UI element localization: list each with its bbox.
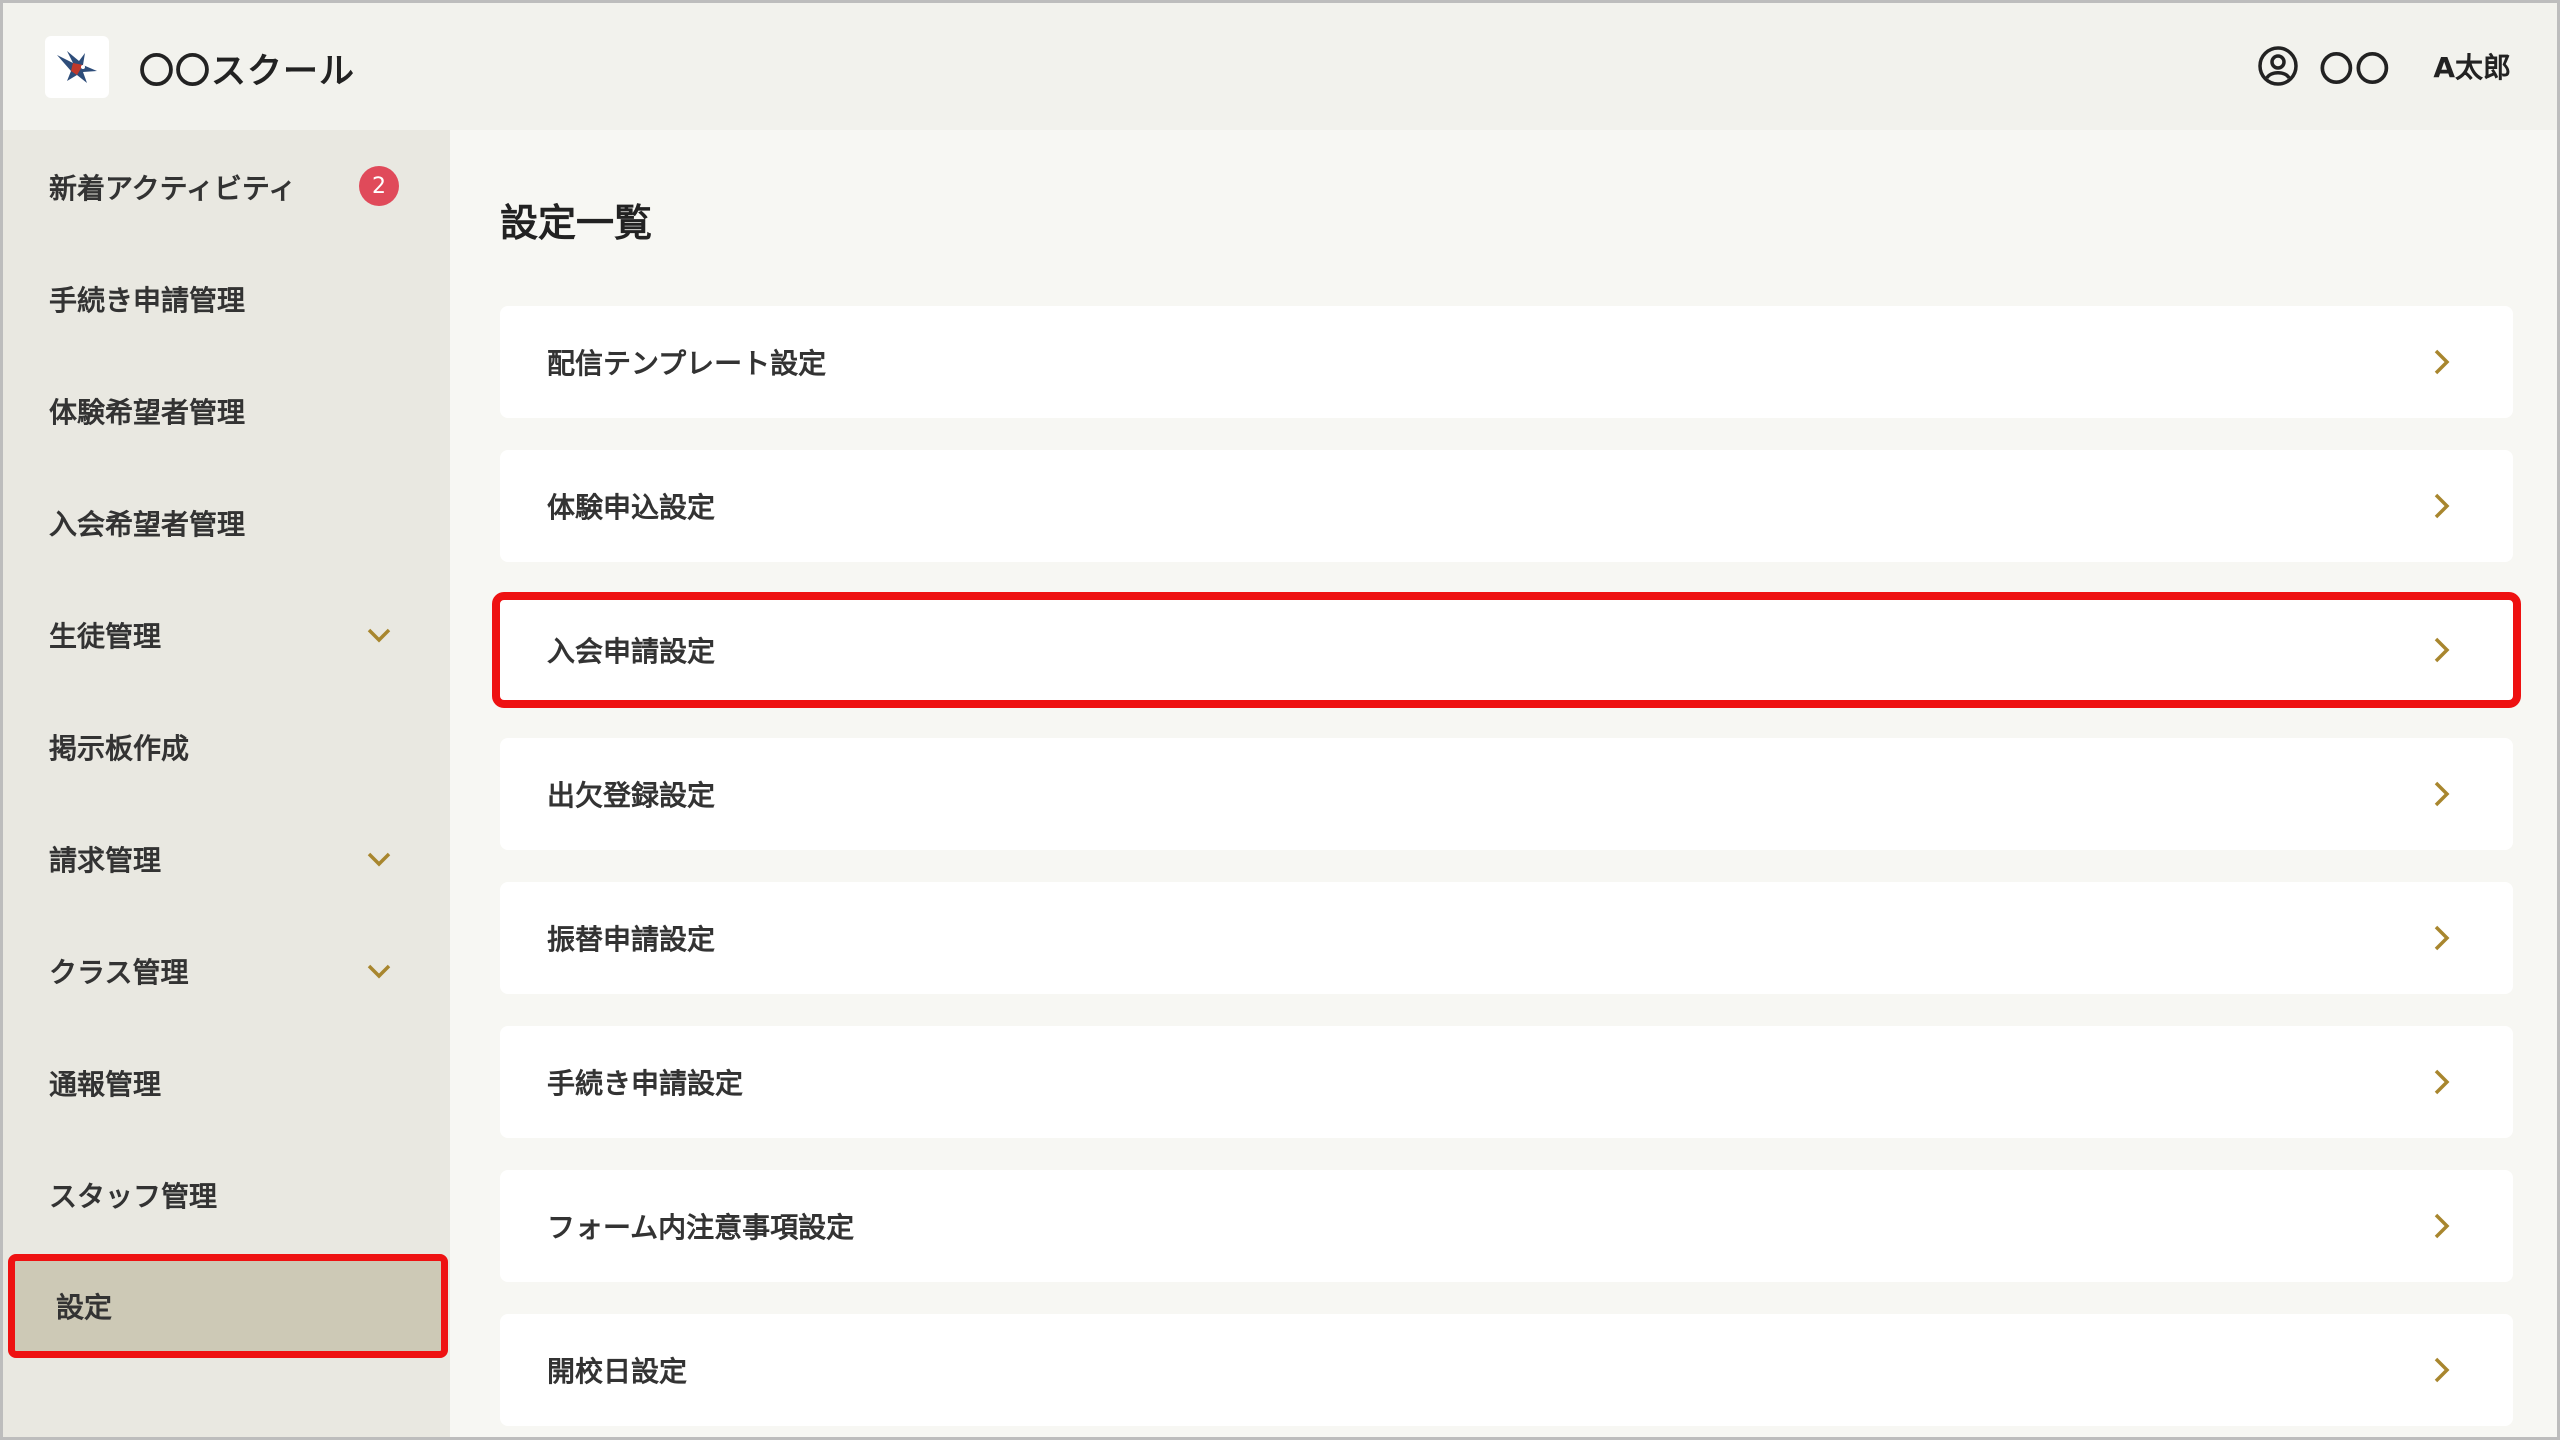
user-menu[interactable]: 〇〇 A太郎 bbox=[2257, 41, 2511, 91]
notification-badge: 2 bbox=[359, 166, 399, 206]
sidebar-item-label: 生徒管理 bbox=[49, 620, 162, 653]
chevron-right-icon bbox=[2434, 349, 2450, 375]
settings-row-trial-application[interactable]: 体験申込設定 bbox=[500, 450, 2513, 562]
sidebar-item-enrollment-applicants[interactable]: 入会希望者管理 bbox=[3, 468, 450, 578]
bird-logo-icon[interactable] bbox=[45, 36, 109, 98]
sidebar-item-label: 通報管理 bbox=[49, 1068, 162, 1101]
chevron-right-icon bbox=[2434, 1069, 2450, 1095]
sidebar-item-classes[interactable]: クラス管理 bbox=[3, 916, 450, 1026]
settings-row-label: 振替申請設定 bbox=[547, 923, 716, 956]
sidebar-item-label: 体験希望者管理 bbox=[49, 396, 246, 429]
settings-row-delivery-template[interactable]: 配信テンプレート設定 bbox=[500, 306, 2513, 418]
settings-row-form-notes[interactable]: フォーム内注意事項設定 bbox=[500, 1170, 2513, 1282]
page-title: 設定一覧 bbox=[500, 201, 653, 245]
user-name: A太郎 bbox=[2433, 51, 2511, 84]
settings-row-label: 体験申込設定 bbox=[547, 491, 716, 524]
sidebar-item-label: 入会希望者管理 bbox=[49, 508, 246, 541]
settings-row-label: 開校日設定 bbox=[547, 1355, 688, 1388]
chevron-down-icon bbox=[367, 852, 391, 867]
sidebar-item-trial-applicants[interactable]: 体験希望者管理 bbox=[3, 356, 450, 466]
chevron-down-icon bbox=[367, 964, 391, 979]
chevron-right-icon bbox=[2434, 1357, 2450, 1383]
settings-row-makeup-request[interactable]: 振替申請設定 bbox=[500, 882, 2513, 994]
settings-row-procedure-request[interactable]: 手続き申請設定 bbox=[500, 1026, 2513, 1138]
chevron-right-icon bbox=[2434, 493, 2450, 519]
app-title: 〇〇スクール bbox=[139, 52, 356, 92]
settings-row-label: フォーム内注意事項設定 bbox=[547, 1211, 855, 1244]
sidebar-item-settings[interactable]: 設定 bbox=[8, 1254, 448, 1358]
sidebar-item-label: 手続き申請管理 bbox=[49, 284, 246, 317]
settings-row-school-open-days[interactable]: 開校日設定 bbox=[500, 1314, 2513, 1426]
chevron-right-icon bbox=[2434, 925, 2450, 951]
sidebar-item-staff[interactable]: スタッフ管理 bbox=[3, 1140, 450, 1250]
settings-row-label: 出欠登録設定 bbox=[547, 779, 716, 812]
app-window: 〇〇スクール 〇〇 A太郎 新着アクティビティ 2 手続き申請管理 体験希望者管… bbox=[0, 0, 2560, 1440]
sidebar-item-label: 新着アクティビティ bbox=[49, 172, 297, 205]
top-header: 〇〇スクール 〇〇 A太郎 bbox=[3, 3, 2557, 130]
chevron-down-icon bbox=[367, 628, 391, 643]
sidebar-item-bulletin-board[interactable]: 掲示板作成 bbox=[3, 692, 450, 802]
settings-row-enrollment-application[interactable]: 入会申請設定 bbox=[492, 592, 2521, 708]
settings-row-label: 手続き申請設定 bbox=[547, 1067, 744, 1100]
main-content: 設定一覧 配信テンプレート設定 体験申込設定 入会申請設定 出欠登録設定 振替申… bbox=[450, 130, 2557, 1437]
sidebar-item-procedure-requests[interactable]: 手続き申請管理 bbox=[3, 244, 450, 354]
settings-row-label: 配信テンプレート設定 bbox=[547, 347, 827, 380]
sidebar-item-label: 掲示板作成 bbox=[49, 732, 190, 765]
sidebar-item-label: クラス管理 bbox=[49, 956, 189, 989]
sidebar-item-billing[interactable]: 請求管理 bbox=[3, 804, 450, 914]
user-circle-icon bbox=[2258, 46, 2299, 86]
sidebar-item-label: スタッフ管理 bbox=[49, 1180, 218, 1213]
sidebar-item-label: 設定 bbox=[56, 1291, 113, 1324]
sidebar: 新着アクティビティ 2 手続き申請管理 体験希望者管理 入会希望者管理 生徒管理… bbox=[3, 130, 450, 1437]
settings-row-label: 入会申請設定 bbox=[547, 635, 716, 668]
user-org: 〇〇 bbox=[2319, 49, 2392, 90]
chevron-right-icon bbox=[2434, 1213, 2450, 1239]
chevron-right-icon bbox=[2434, 637, 2450, 663]
settings-row-attendance[interactable]: 出欠登録設定 bbox=[500, 738, 2513, 850]
sidebar-item-reports[interactable]: 通報管理 bbox=[3, 1028, 450, 1138]
sidebar-item-activity[interactable]: 新着アクティビティ 2 bbox=[3, 132, 450, 242]
sidebar-item-label: 請求管理 bbox=[49, 844, 162, 877]
chevron-right-icon bbox=[2434, 781, 2450, 807]
sidebar-item-students[interactable]: 生徒管理 bbox=[3, 580, 450, 690]
